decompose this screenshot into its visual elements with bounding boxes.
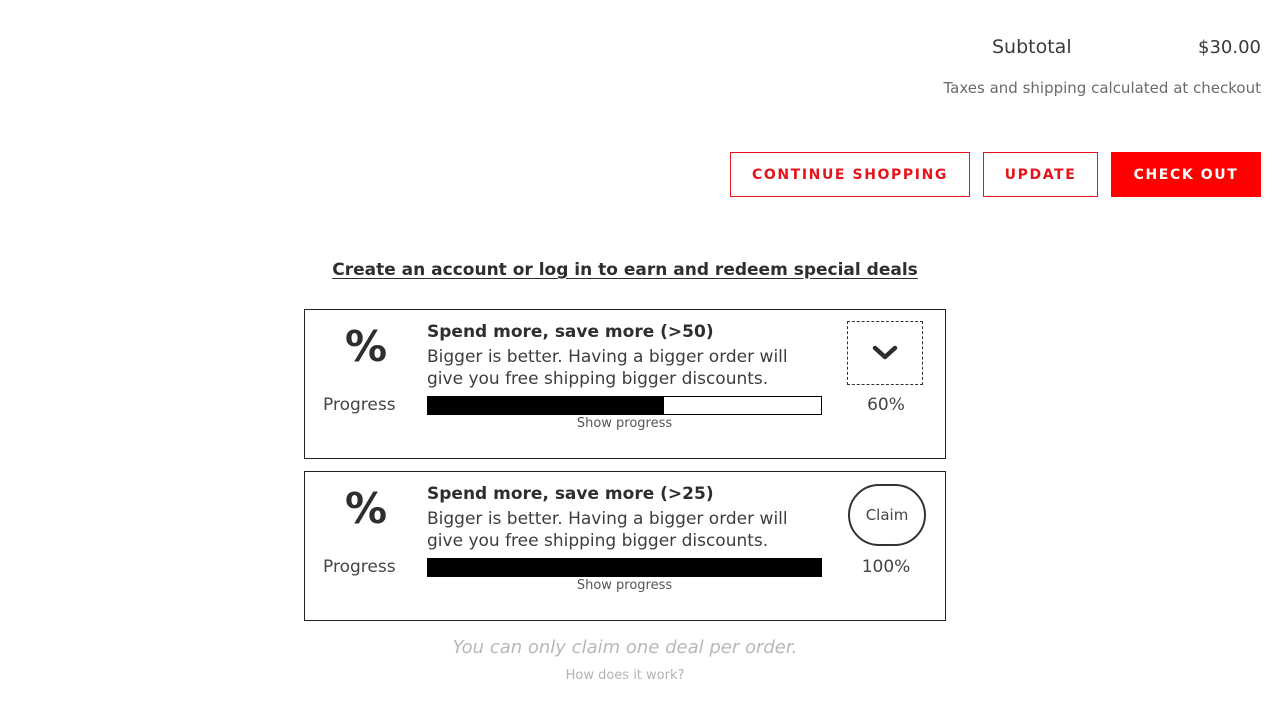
progress-bar [427,558,822,577]
expand-toggle-button[interactable] [847,321,923,385]
progress-percent: 100% [861,557,911,577]
chevron-down-icon [872,345,898,360]
progress-bar [427,396,822,415]
deal-description: Bigger is better. Having a bigger order … [427,347,788,389]
percent-icon: % [345,484,388,533]
claim-limit-note: You can only claim one deal per order. [452,637,798,658]
deal-title: Spend more, save more (>50) [427,322,714,342]
subtotal-label: Subtotal [992,36,1072,58]
update-button[interactable]: UPDATE [983,152,1098,197]
deal-card: % Progress Spend more, save more (>50) B… [304,309,946,459]
show-progress-link[interactable]: Show progress [427,416,822,431]
progress-percent: 60% [867,395,905,415]
tax-note: Taxes and shipping calculated at checkou… [943,79,1262,97]
how-it-works-link[interactable]: How does it work? [0,668,1250,683]
progress-label: Progress [323,395,396,415]
continue-shopping-button[interactable]: CONTINUE SHOPPING [730,152,970,197]
percent-icon: % [345,322,388,371]
show-progress-link[interactable]: Show progress [427,578,822,593]
claim-button[interactable]: Claim [848,484,926,546]
check-out-button[interactable]: CHECK OUT [1111,152,1261,197]
account-login-link[interactable]: Create an account or log in to earn and … [0,260,1250,280]
progress-fill [428,559,821,576]
progress-label: Progress [323,557,396,577]
deal-card: % Progress Spend more, save more (>25) B… [304,471,946,621]
deal-description: Bigger is better. Having a bigger order … [427,509,788,551]
subtotal-value: $30.00 [1198,37,1261,58]
progress-fill [428,397,664,414]
cart-page: Subtotal $30.00 Taxes and shipping calcu… [0,0,1280,720]
deal-title: Spend more, save more (>25) [427,484,714,504]
